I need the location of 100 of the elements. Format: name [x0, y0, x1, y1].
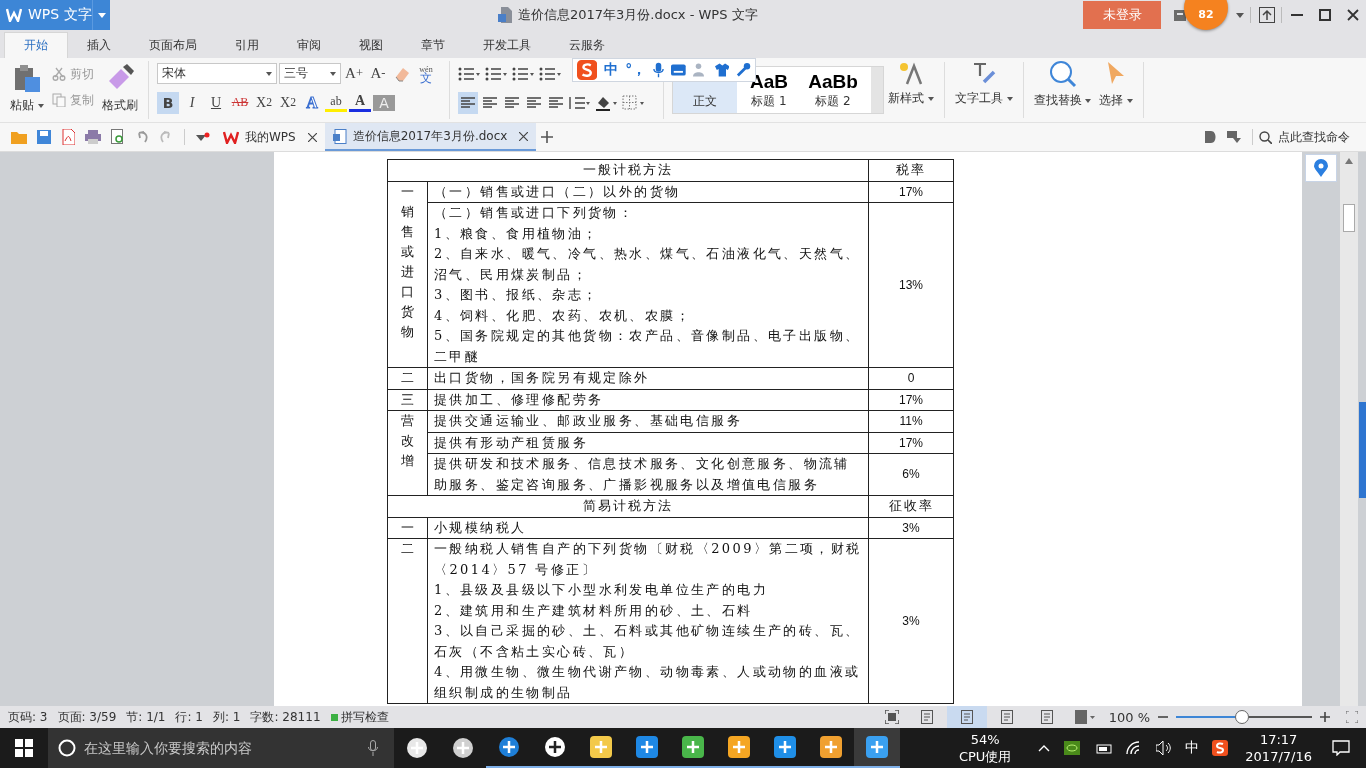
format-button[interactable]: U — [205, 91, 227, 114]
find-replace-button[interactable]: 查找替换 — [1029, 58, 1096, 111]
table-cell: 提供研发和技术服务、信息技术服务、文化创意服务、物流辅助服务、鉴定咨询服务、广播影视服务以及增值电信服务 — [427, 453, 869, 496]
document-icon — [498, 7, 512, 23]
print-preview-icon[interactable] — [111, 129, 125, 145]
print-icon[interactable] — [85, 130, 101, 144]
status-text: 页码: 3 — [8, 708, 48, 726]
cpu-value: 54% — [970, 731, 1000, 748]
panel-handle[interactable] — [1359, 402, 1366, 498]
ribbon-tab[interactable]: 开发工具 — [464, 32, 550, 58]
shirt-icon[interactable] — [714, 63, 730, 77]
gallery-scrollbar[interactable] — [871, 67, 883, 113]
caret-icon — [97, 12, 106, 18]
ribbon-tab[interactable]: 页面布局 — [130, 32, 216, 58]
spell-check-button[interactable]: 拼写检查 — [330, 708, 389, 726]
eye-icon[interactable] — [1064, 741, 1081, 755]
list-icon[interactable] — [485, 65, 507, 82]
table-cell: 6% — [868, 453, 954, 496]
table-cell: 一般纳税人销售自产的下列货物〔财税〈2009〉第二项，财税〈2014〉57 号修正〕 1、县级及县级以下小型水利发电单位生产的电力 2、建筑用和生产建筑材料所用的砂、土、石料 3、以自己采掘的砂、土、石料或其他矿物连续生产的砖、瓦、石灰（不含粘土实心砖、瓦） 4、用微生物、微生物代谢产物、动物毒素、人或动物的血液或组织制成的生物制品 — [427, 538, 869, 704]
align-icon — [505, 96, 519, 109]
document-tab[interactable]: 我的WPS — [215, 123, 325, 151]
fullscreen-icon[interactable] — [884, 710, 899, 724]
format-button[interactable]: B — [157, 91, 179, 114]
ribbon-tab[interactable]: 开始 — [4, 32, 68, 58]
chevron-up-icon[interactable] — [1038, 744, 1051, 752]
undo-icon[interactable] — [135, 131, 149, 143]
ime-logo-icon[interactable] — [1212, 740, 1229, 756]
keyboard-icon[interactable] — [671, 64, 686, 76]
document-tab[interactable]: 造价信息2017年3月份.docx — [324, 123, 537, 151]
close-icon[interactable] — [1347, 9, 1359, 21]
table-cell: 0 — [868, 367, 954, 389]
list-icon[interactable] — [458, 65, 480, 82]
ribbon-tab[interactable]: 审阅 — [278, 32, 340, 58]
align-icon — [461, 96, 475, 109]
add-tab-icon[interactable] — [541, 131, 554, 143]
scrollbar-thumb[interactable] — [1343, 204, 1355, 232]
format-button[interactable]: I — [181, 91, 203, 114]
copy-icon — [51, 93, 66, 107]
ribbon-tab[interactable]: 章节 — [402, 32, 464, 58]
font-size-select[interactable]: 三号 — [279, 63, 341, 84]
table-cell: （二）销售或进口下列货物： 1、粮食、食用植物油； 2、自来水、暖气、冷气、热水、煤气、石油液化气、天然气、沼气、民用煤炭制品； 3、图书、报纸、杂志； 4、饲料、化肥、农药、农机、农膜； 5、国务院规定的其他货物：农产品、音像制品、电子出版物、二甲醚 — [427, 202, 869, 368]
ribbon-tab[interactable]: 引用 — [216, 32, 278, 58]
table-cell: 11% — [868, 410, 954, 432]
circle-icon — [58, 739, 76, 757]
view-button[interactable] — [946, 706, 987, 728]
list-icon[interactable] — [539, 65, 561, 82]
zoom-slider[interactable] — [1176, 710, 1312, 724]
list-icon[interactable] — [512, 65, 534, 82]
page-icon — [1040, 710, 1053, 724]
customize-icon[interactable] — [196, 132, 210, 142]
clock[interactable]: 17:17 2017/7/16 — [1245, 731, 1312, 765]
phonetic-button[interactable]: wén 文 — [415, 62, 437, 85]
format-button[interactable]: AB — [229, 91, 251, 114]
microphone-icon[interactable] — [368, 740, 378, 756]
new-style-button[interactable]: 新样式 — [884, 58, 938, 109]
border-icon[interactable] — [622, 94, 644, 111]
pdf-icon[interactable] — [61, 129, 75, 145]
upload-icon[interactable] — [1259, 7, 1275, 23]
ime-mode[interactable]: 中 — [604, 61, 619, 79]
app-menu-button[interactable]: WPS 文字 — [0, 0, 92, 30]
table-cell: 13% — [868, 202, 954, 368]
ribbon-tab[interactable]: 云服务 — [550, 32, 624, 58]
location-button[interactable] — [1305, 154, 1337, 182]
ribbon-tab[interactable]: 视图 — [340, 32, 402, 58]
taskbar-search-field[interactable]: 在这里输入你要搜索的内容 — [48, 728, 394, 768]
save-icon[interactable] — [37, 130, 51, 144]
status-text: 行: 1 — [175, 708, 203, 726]
font-select[interactable]: 宋体 — [157, 63, 277, 84]
table-cell: 3% — [868, 517, 954, 539]
close-icon[interactable] — [307, 132, 317, 142]
table-cell: 二 — [387, 538, 428, 704]
arrow-up-icon[interactable] — [1345, 158, 1353, 164]
ribbon-tab[interactable]: 插入 — [68, 32, 130, 58]
maximize-icon[interactable] — [1319, 9, 1331, 21]
punctuation-mode[interactable]: °， — [625, 61, 647, 79]
grid-icon — [15, 739, 33, 757]
text-tools-button[interactable]: 文字工具 — [950, 58, 1017, 109]
scissors-icon — [51, 67, 66, 81]
volume-icon[interactable] — [1156, 741, 1173, 755]
microphone-icon[interactable] — [653, 62, 665, 78]
caret-icon[interactable] — [1236, 12, 1244, 18]
dropdown-button[interactable] — [92, 0, 110, 30]
table-cell: 一销售或进口货物 — [387, 181, 428, 368]
zoom-in-icon[interactable] — [1320, 712, 1330, 722]
paste-button[interactable]: 粘贴 — [6, 61, 48, 116]
taskbar-button[interactable] — [854, 728, 900, 768]
style-option[interactable]: AaBb 标题 2 — [801, 67, 865, 113]
battery-icon[interactable] — [1094, 742, 1113, 754]
close-icon[interactable] — [519, 131, 529, 141]
input-method-indicator[interactable]: 中 — [1185, 739, 1200, 757]
format-button[interactable]: ab — [325, 93, 347, 112]
select-button[interactable]: 选择 — [1095, 58, 1138, 111]
expand-icon[interactable] — [1346, 711, 1358, 723]
paint-bucket-icon[interactable] — [595, 94, 617, 111]
format-painter-button[interactable]: 格式刷 — [97, 61, 142, 116]
align-button[interactable] — [458, 91, 478, 114]
comment-icon[interactable] — [1227, 131, 1241, 143]
command-search-field[interactable]: 点此查找命令 — [1259, 129, 1360, 145]
line-spacing-icon[interactable] — [568, 94, 590, 111]
notification-icon[interactable] — [1332, 740, 1350, 756]
